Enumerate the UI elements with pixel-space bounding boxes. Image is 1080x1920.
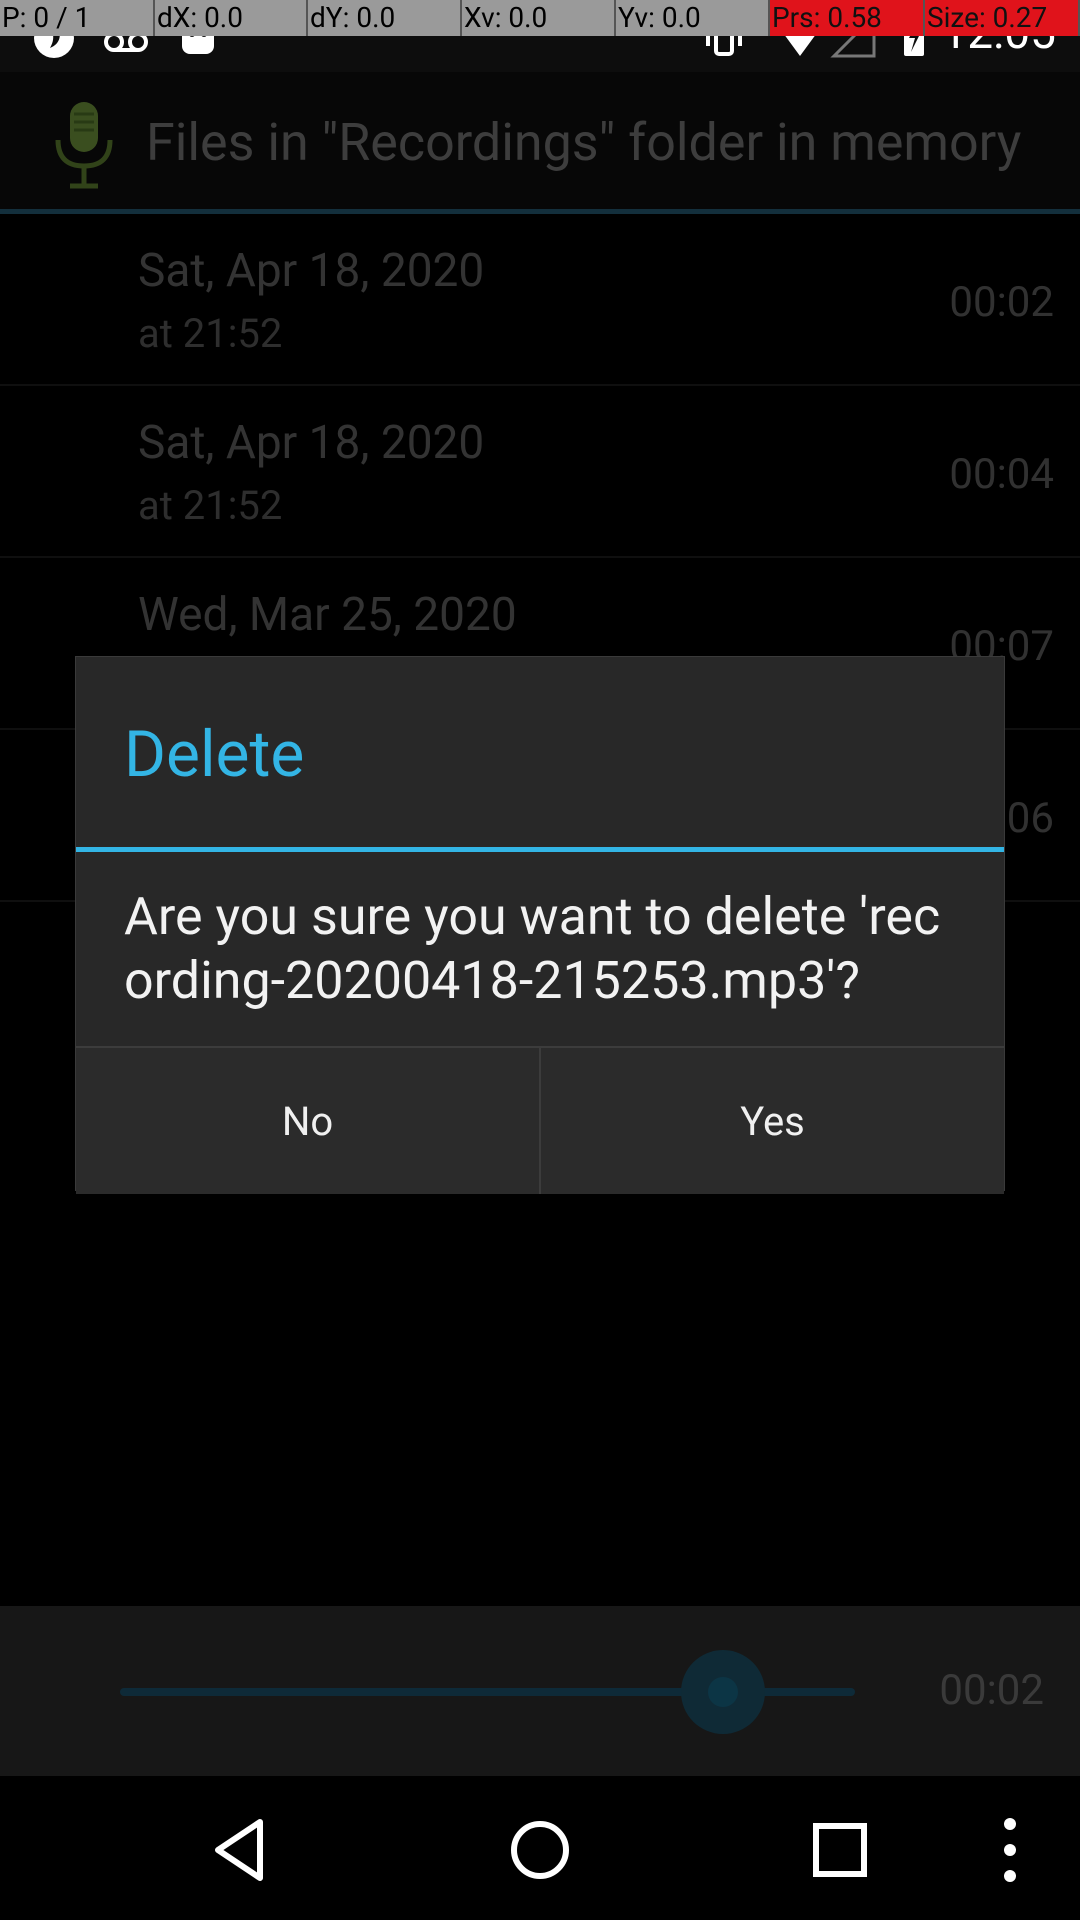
yes-button[interactable]: Yes <box>539 1048 1004 1194</box>
dialog-title: Delete <box>124 717 305 792</box>
overflow-menu-icon[interactable] <box>980 1810 1040 1890</box>
home-icon[interactable] <box>500 1810 580 1890</box>
recents-icon[interactable] <box>800 1810 880 1890</box>
back-icon[interactable] <box>202 1810 282 1890</box>
debug-dx: dX: 0.0 <box>155 0 308 36</box>
no-button[interactable]: No <box>76 1048 539 1194</box>
debug-size: Size: 0.27 <box>925 0 1080 36</box>
debug-xv: Xv: 0.0 <box>462 0 616 36</box>
debug-pressure: Prs: 0.58 <box>770 0 925 36</box>
dialog-message: Are you sure you want to delete 'recordi… <box>124 886 941 1011</box>
dialog-title-divider <box>76 847 1004 852</box>
debug-pointer-count: P: 0 / 1 <box>0 0 155 36</box>
debug-yv: Yv: 0.0 <box>616 0 770 36</box>
dialog-button-bar: No Yes <box>76 1046 1004 1194</box>
delete-dialog: Delete Are you sure you want to delete '… <box>75 656 1005 1194</box>
debug-dy: dY: 0.0 <box>308 0 462 36</box>
pointer-debug-bar: P: 0 / 1 dX: 0.0 dY: 0.0 Xv: 0.0 Yv: 0.0… <box>0 0 1080 36</box>
